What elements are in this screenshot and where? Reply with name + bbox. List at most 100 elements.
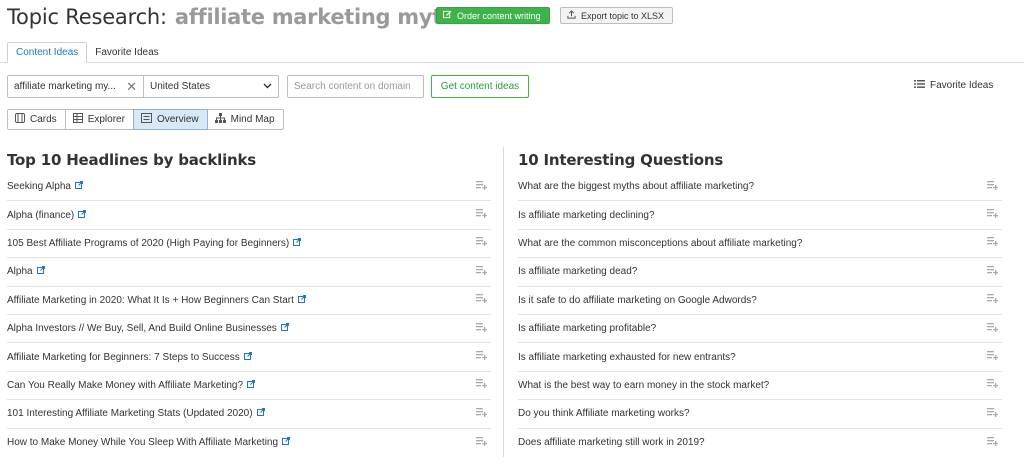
add-to-favorites-icon[interactable] (476, 322, 488, 335)
list-item: Does affiliate marketing still work in 2… (518, 429, 1002, 457)
view-mindmap-button[interactable]: Mind Map (206, 109, 284, 130)
list-item: Can You Really Make Money with Affiliate… (7, 372, 491, 401)
headline-link[interactable]: Alpha Investors // We Buy, Sell, And Bui… (7, 323, 277, 334)
list-item: Alpha (finance) (7, 201, 491, 230)
add-to-favorites-icon[interactable] (476, 351, 488, 363)
external-link-icon[interactable] (74, 181, 83, 192)
cards-icon (15, 113, 25, 126)
export-xlsx-button[interactable]: Export topic to XLSX (560, 7, 674, 24)
view-switcher: Cards Explorer Overview Mind Map (7, 109, 284, 130)
headline-link[interactable]: 101 Interesting Affiliate Marketing Stat… (7, 408, 253, 419)
headline-link[interactable]: Can You Really Make Money with Affiliate… (7, 380, 243, 391)
tab-favorite-ideas[interactable]: Favorite Ideas (87, 42, 166, 63)
view-cards-button[interactable]: Cards (7, 109, 66, 130)
headlines-title: Top 10 Headlines by backlinks (7, 151, 257, 169)
add-to-favorites-icon[interactable] (987, 379, 999, 391)
search-domain-input[interactable] (287, 75, 424, 98)
add-to-favorites-icon[interactable] (987, 237, 999, 249)
add-to-favorites-icon[interactable] (987, 209, 999, 221)
country-value: United States (150, 81, 211, 92)
add-to-favorites-icon[interactable] (476, 436, 488, 449)
list-item-content: Is affiliate marketing declining? (518, 210, 655, 221)
list-icon (914, 80, 925, 91)
list-item-content: Can You Really Make Money with Affiliate… (7, 379, 256, 391)
export-icon (567, 10, 576, 21)
mindmap-icon (214, 113, 226, 126)
question-text: What are the biggest myths about affilia… (518, 181, 755, 193)
add-to-favorites-icon[interactable] (987, 407, 999, 420)
list-item: Alpha Investors // We Buy, Sell, And Bui… (7, 315, 491, 344)
view-cards-label: Cards (30, 114, 57, 125)
headline-link[interactable]: Affiliate Marketing for Beginners: 7 Ste… (7, 352, 240, 363)
list-item: Affiliate Marketing for Beginners: 7 Ste… (7, 343, 491, 372)
order-content-writing-button[interactable]: Order content writing (436, 7, 550, 24)
list-item: What is the best way to earn money in th… (518, 372, 1002, 401)
external-link-icon[interactable] (243, 351, 252, 363)
list-item: Is affiliate marketing exhausted for new… (518, 343, 1002, 372)
add-to-favorites-icon[interactable] (476, 209, 488, 221)
add-to-favorites-icon[interactable] (476, 294, 488, 306)
add-to-favorites-icon[interactable] (987, 351, 999, 363)
external-link-icon[interactable] (78, 209, 87, 221)
external-link-icon[interactable] (280, 323, 289, 334)
question-text: Does affiliate marketing still work in 2… (518, 437, 705, 449)
questions-section: 10 Interesting Questions What are the bi… (518, 147, 1002, 457)
headlines-list: Seeking Alpha Alpha (finance) 105 Best Aff… (7, 173, 491, 457)
favorite-ideas-link[interactable]: Favorite Ideas (914, 80, 993, 91)
country-select[interactable]: United States (144, 75, 279, 98)
view-overview-button[interactable]: Overview (132, 109, 208, 130)
tab-content-ideas[interactable]: Content Ideas (7, 42, 88, 63)
view-explorer-button[interactable]: Explorer (64, 109, 134, 130)
external-link-icon[interactable] (293, 237, 302, 249)
question-text: Is affiliate marketing exhausted for new… (518, 351, 736, 363)
list-item: What are the biggest myths about affilia… (518, 173, 1002, 202)
list-item: Affiliate Marketing in 2020: What It Is … (7, 287, 491, 315)
external-link-icon[interactable] (256, 408, 265, 419)
headline-link[interactable]: 105 Best Affiliate Programs of 2020 (Hig… (7, 238, 289, 249)
headline-link[interactable]: Affiliate Marketing in 2020: What It Is … (7, 295, 294, 306)
add-to-favorites-icon[interactable] (476, 265, 488, 278)
list-item-content: Affiliate Marketing for Beginners: 7 Ste… (7, 351, 252, 363)
list-item: Is affiliate marketing declining? (518, 201, 1002, 230)
question-text: What is the best way to earn money in th… (518, 379, 770, 391)
add-to-favorites-icon[interactable] (476, 237, 488, 249)
add-to-favorites-icon[interactable] (476, 379, 488, 391)
view-mindmap-label: Mind Map (230, 114, 275, 125)
add-to-favorites-icon[interactable] (476, 407, 488, 420)
page-header: Topic Research: affiliate marketing myth… (7, 2, 469, 32)
add-to-favorites-icon[interactable] (987, 436, 999, 449)
chevron-down-icon (263, 81, 272, 92)
list-item-content: How to Make Money While You Sleep With A… (7, 437, 291, 448)
list-item: Alpha (7, 258, 491, 287)
list-item-content: Alpha (finance) (7, 209, 87, 221)
view-overview-label: Overview (156, 114, 199, 125)
add-to-favorites-icon[interactable] (987, 180, 999, 193)
headline-link[interactable]: How to Make Money While You Sleep With A… (7, 437, 278, 448)
list-item-content: Is affiliate marketing profitable? (518, 323, 656, 334)
add-to-favorites-icon[interactable] (476, 180, 488, 193)
keyword-input[interactable]: affiliate marketing my... ✕ (7, 75, 144, 98)
list-item: 105 Best Affiliate Programs of 2020 (Hig… (7, 230, 491, 259)
view-explorer-label: Explorer (87, 114, 125, 125)
table-icon (72, 113, 83, 126)
get-content-ideas-button[interactable]: Get content ideas (431, 75, 529, 98)
clear-icon[interactable]: ✕ (126, 79, 137, 95)
tab-bar: Content Ideas Favorite Ideas (7, 42, 167, 63)
add-to-favorites-icon[interactable] (987, 322, 999, 335)
export-button-label: Export topic to XLSX (581, 10, 665, 21)
external-link-icon[interactable] (247, 379, 256, 391)
headline-link[interactable]: Alpha (finance) (7, 210, 74, 221)
add-to-favorites-icon[interactable] (987, 265, 999, 278)
external-link-icon[interactable] (36, 266, 45, 277)
external-link-icon[interactable] (297, 294, 306, 306)
add-to-favorites-icon[interactable] (987, 294, 999, 306)
list-item: 101 Interesting Affiliate Marketing Stat… (7, 400, 491, 429)
headline-link[interactable]: Seeking Alpha (7, 181, 71, 192)
list-item: Is it safe to do affiliate marketing on … (518, 287, 1002, 315)
external-link-icon[interactable] (282, 437, 291, 448)
headline-link[interactable]: Alpha (7, 266, 33, 277)
headlines-section: Top 10 Headlines by backlinks Seeking Al… (7, 147, 491, 457)
list-item-content: Is it safe to do affiliate marketing on … (518, 295, 757, 306)
list-item: Is affiliate marketing dead? (518, 258, 1002, 287)
question-text: Do you think Affiliate marketing works? (518, 408, 690, 420)
